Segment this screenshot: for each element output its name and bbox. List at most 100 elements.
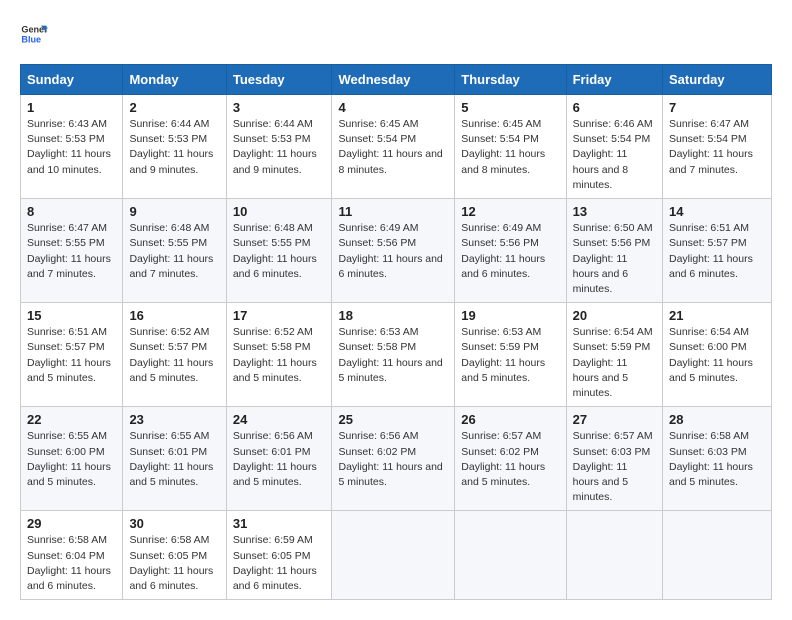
day-info: Sunrise: 6:52 AM Sunset: 5:58 PM Dayligh… (233, 326, 317, 384)
day-cell-empty (566, 511, 662, 600)
day-info: Sunrise: 6:58 AM Sunset: 6:03 PM Dayligh… (669, 430, 753, 488)
day-cell-11: 11 Sunrise: 6:49 AM Sunset: 5:56 PM Dayli… (332, 199, 455, 303)
calendar-week-1: 1 Sunrise: 6:43 AM Sunset: 5:53 PM Daylig… (21, 95, 772, 199)
day-info: Sunrise: 6:57 AM Sunset: 6:03 PM Dayligh… (573, 430, 653, 503)
day-cell-30: 30Sunrise: 6:58 AM Sunset: 6:05 PM Dayli… (123, 511, 226, 600)
day-info: Sunrise: 6:43 AM Sunset: 5:53 PM Dayligh… (27, 118, 111, 176)
day-number: 17 (233, 308, 326, 323)
day-cell-2: 2 Sunrise: 6:44 AM Sunset: 5:53 PM Daylig… (123, 95, 226, 199)
day-number: 28 (669, 412, 765, 427)
day-number: 26 (461, 412, 559, 427)
day-number: 25 (338, 412, 448, 427)
day-cell-9: 9Sunrise: 6:48 AM Sunset: 5:55 PM Daylig… (123, 199, 226, 303)
day-number: 27 (573, 412, 656, 427)
day-info: Sunrise: 6:48 AM Sunset: 5:55 PM Dayligh… (129, 222, 213, 280)
day-cell-8: 8 Sunrise: 6:47 AM Sunset: 5:55 PM Daylig… (21, 199, 123, 303)
day-number: 4 (338, 100, 448, 115)
day-cell-1: 1 Sunrise: 6:43 AM Sunset: 5:53 PM Daylig… (21, 95, 123, 199)
svg-text:Blue: Blue (21, 34, 41, 44)
day-cell-6: 6 Sunrise: 6:46 AM Sunset: 5:54 PM Daylig… (566, 95, 662, 199)
day-info: Sunrise: 6:47 AM Sunset: 5:55 PM Dayligh… (27, 222, 111, 280)
day-cell-5: 5Sunrise: 6:45 AM Sunset: 5:54 PM Daylig… (455, 95, 566, 199)
day-number: 14 (669, 204, 765, 219)
col-header-sunday: Sunday (21, 65, 123, 95)
day-number: 6 (573, 100, 656, 115)
day-info: Sunrise: 6:54 AM Sunset: 5:59 PM Dayligh… (573, 326, 653, 399)
calendar-week-5: 29 Sunrise: 6:58 AM Sunset: 6:04 PM Dayli… (21, 511, 772, 600)
day-cell-27: 27 Sunrise: 6:57 AM Sunset: 6:03 PM Dayli… (566, 407, 662, 511)
day-info: Sunrise: 6:52 AM Sunset: 5:57 PM Dayligh… (129, 326, 213, 384)
day-info: Sunrise: 6:44 AM Sunset: 5:53 PM Dayligh… (129, 118, 213, 176)
day-number: 11 (338, 204, 448, 219)
day-number: 29 (27, 516, 116, 531)
day-cell-12: 12 Sunrise: 6:49 AM Sunset: 5:56 PM Dayli… (455, 199, 566, 303)
day-cell-18: 18 Sunrise: 6:53 AM Sunset: 5:58 PM Dayli… (332, 303, 455, 407)
day-info: Sunrise: 6:55 AM Sunset: 6:01 PM Dayligh… (129, 430, 213, 488)
day-cell-19: 19 Sunrise: 6:53 AM Sunset: 5:59 PM Dayli… (455, 303, 566, 407)
day-cell-4: 4 Sunrise: 6:45 AM Sunset: 5:54 PM Daylig… (332, 95, 455, 199)
day-info: Sunrise: 6:49 AM Sunset: 5:56 PM Dayligh… (461, 222, 545, 280)
day-info: Sunrise: 6:59 AM Sunset: 6:05 PM Dayligh… (233, 534, 317, 592)
day-cell-22: 22 Sunrise: 6:55 AM Sunset: 6:00 PM Dayli… (21, 407, 123, 511)
day-info: Sunrise: 6:53 AM Sunset: 5:58 PM Dayligh… (338, 326, 442, 384)
col-header-wednesday: Wednesday (332, 65, 455, 95)
day-number: 13 (573, 204, 656, 219)
day-number: 10 (233, 204, 326, 219)
day-cell-16: 16 Sunrise: 6:52 AM Sunset: 5:57 PM Dayli… (123, 303, 226, 407)
col-header-saturday: Saturday (663, 65, 772, 95)
day-info: Sunrise: 6:56 AM Sunset: 6:01 PM Dayligh… (233, 430, 317, 488)
day-cell-empty (332, 511, 455, 600)
day-cell-17: 17 Sunrise: 6:52 AM Sunset: 5:58 PM Dayli… (226, 303, 332, 407)
day-info: Sunrise: 6:55 AM Sunset: 6:00 PM Dayligh… (27, 430, 111, 488)
day-number: 5 (461, 100, 559, 115)
day-number: 19 (461, 308, 559, 323)
day-number: 31 (233, 516, 326, 531)
day-info: Sunrise: 6:56 AM Sunset: 6:02 PM Dayligh… (338, 430, 442, 488)
col-header-monday: Monday (123, 65, 226, 95)
day-info: Sunrise: 6:46 AM Sunset: 5:54 PM Dayligh… (573, 118, 653, 191)
day-number: 7 (669, 100, 765, 115)
day-cell-24: 24 Sunrise: 6:56 AM Sunset: 6:01 PM Dayli… (226, 407, 332, 511)
day-info: Sunrise: 6:51 AM Sunset: 5:57 PM Dayligh… (669, 222, 753, 280)
day-info: Sunrise: 6:44 AM Sunset: 5:53 PM Dayligh… (233, 118, 317, 176)
day-info: Sunrise: 6:49 AM Sunset: 5:56 PM Dayligh… (338, 222, 442, 280)
day-cell-3: 3 Sunrise: 6:44 AM Sunset: 5:53 PM Daylig… (226, 95, 332, 199)
day-number: 8 (27, 204, 116, 219)
day-cell-20: 20 Sunrise: 6:54 AM Sunset: 5:59 PM Dayli… (566, 303, 662, 407)
day-cell-25: 25 Sunrise: 6:56 AM Sunset: 6:02 PM Dayli… (332, 407, 455, 511)
page-header: General Blue (20, 20, 772, 48)
day-cell-10: 10 Sunrise: 6:48 AM Sunset: 5:55 PM Dayli… (226, 199, 332, 303)
logo: General Blue (20, 20, 52, 48)
day-number: 18 (338, 308, 448, 323)
logo-icon: General Blue (20, 20, 48, 48)
day-cell-7: 7 Sunrise: 6:47 AM Sunset: 5:54 PM Daylig… (663, 95, 772, 199)
day-number: 21 (669, 308, 765, 323)
calendar-header-row: SundayMondayTuesdayWednesdayThursdayFrid… (21, 65, 772, 95)
day-cell-23: 23Sunrise: 6:55 AM Sunset: 6:01 PM Dayli… (123, 407, 226, 511)
day-number: 1 (27, 100, 116, 115)
col-header-friday: Friday (566, 65, 662, 95)
day-number: 2 (129, 100, 219, 115)
calendar-week-4: 22 Sunrise: 6:55 AM Sunset: 6:00 PM Dayli… (21, 407, 772, 511)
day-info: Sunrise: 6:45 AM Sunset: 5:54 PM Dayligh… (338, 118, 442, 176)
day-cell-26: 26 Sunrise: 6:57 AM Sunset: 6:02 PM Dayli… (455, 407, 566, 511)
day-cell-13: 13Sunrise: 6:50 AM Sunset: 5:56 PM Dayli… (566, 199, 662, 303)
day-info: Sunrise: 6:58 AM Sunset: 6:04 PM Dayligh… (27, 534, 111, 592)
day-info: Sunrise: 6:57 AM Sunset: 6:02 PM Dayligh… (461, 430, 545, 488)
col-header-tuesday: Tuesday (226, 65, 332, 95)
day-number: 16 (129, 308, 219, 323)
day-cell-15: 15Sunrise: 6:51 AM Sunset: 5:57 PM Dayli… (21, 303, 123, 407)
day-number: 12 (461, 204, 559, 219)
day-info: Sunrise: 6:47 AM Sunset: 5:54 PM Dayligh… (669, 118, 753, 176)
day-number: 3 (233, 100, 326, 115)
day-cell-empty (455, 511, 566, 600)
day-number: 22 (27, 412, 116, 427)
day-number: 24 (233, 412, 326, 427)
day-info: Sunrise: 6:48 AM Sunset: 5:55 PM Dayligh… (233, 222, 317, 280)
day-info: Sunrise: 6:54 AM Sunset: 6:00 PM Dayligh… (669, 326, 753, 384)
day-info: Sunrise: 6:53 AM Sunset: 5:59 PM Dayligh… (461, 326, 545, 384)
day-cell-28: 28 Sunrise: 6:58 AM Sunset: 6:03 PM Dayli… (663, 407, 772, 511)
day-number: 20 (573, 308, 656, 323)
calendar-table: SundayMondayTuesdayWednesdayThursdayFrid… (20, 64, 772, 600)
calendar-week-3: 15Sunrise: 6:51 AM Sunset: 5:57 PM Dayli… (21, 303, 772, 407)
